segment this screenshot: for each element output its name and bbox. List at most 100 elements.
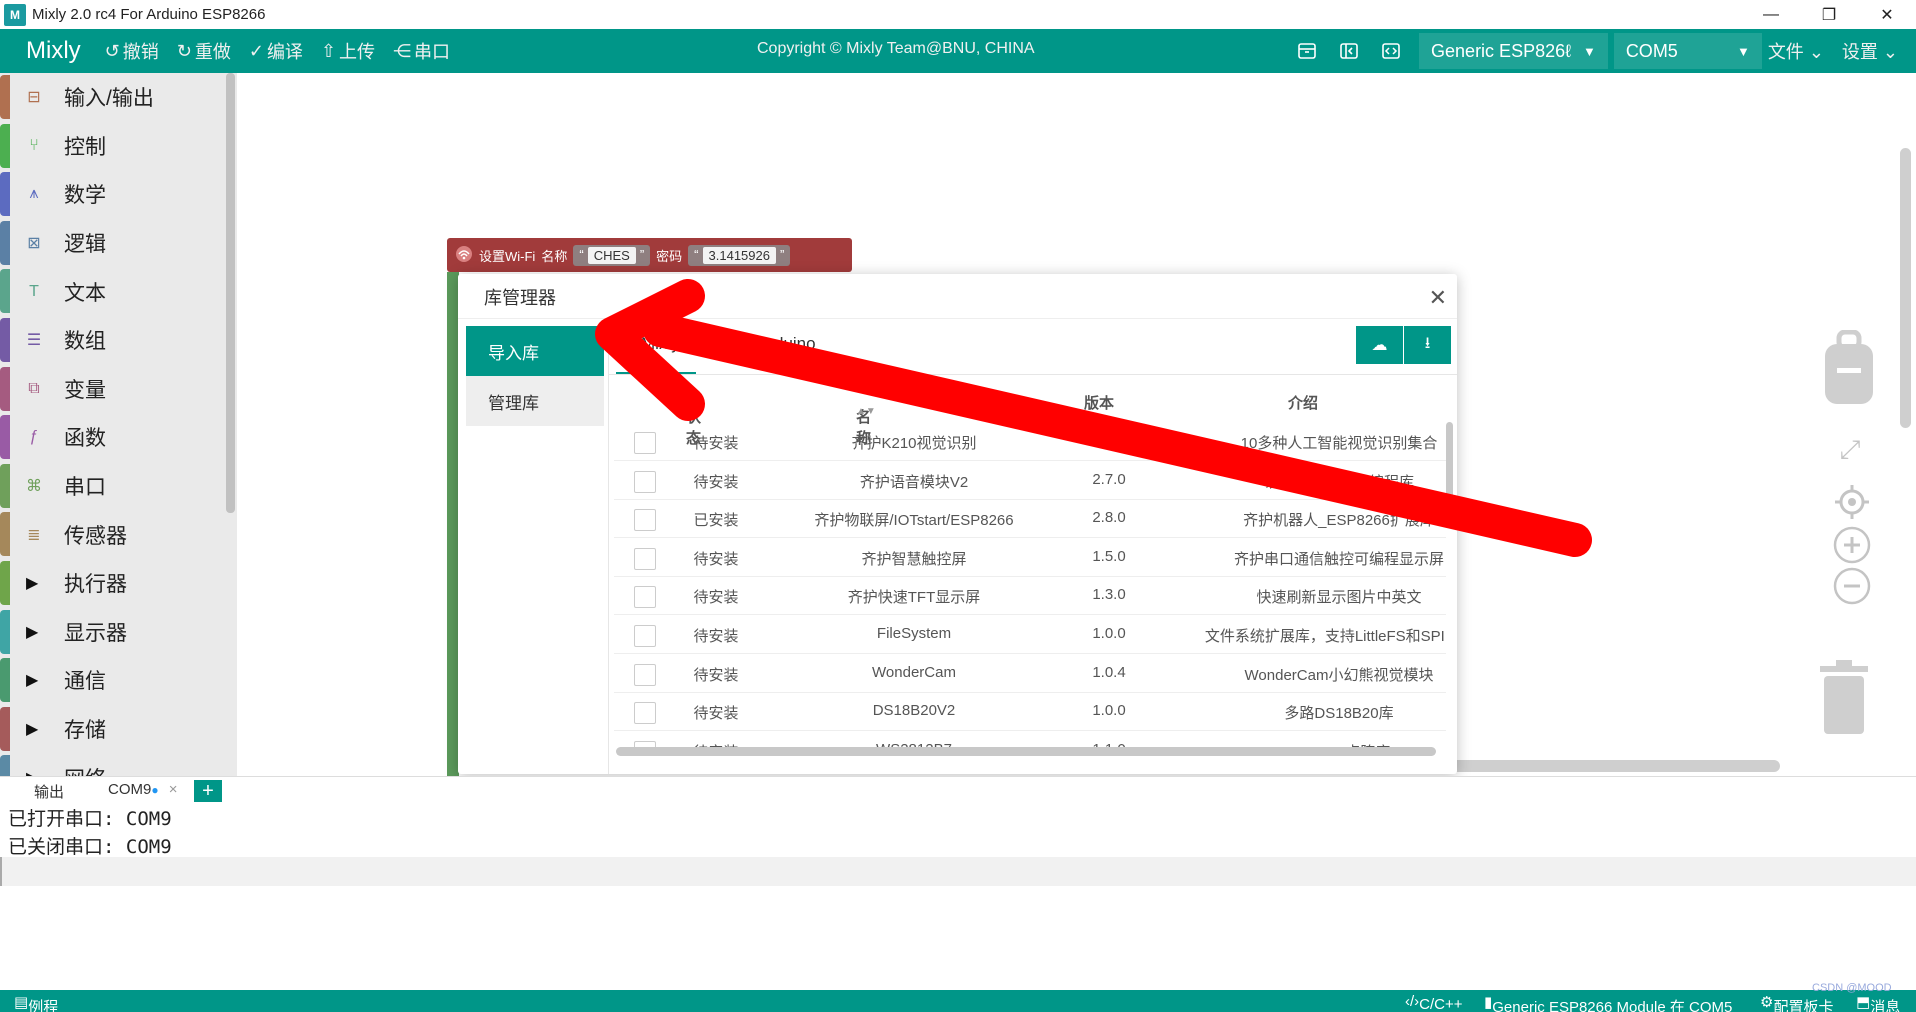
- category-item[interactable]: ≣ 传感器: [0, 510, 237, 559]
- table-row[interactable]: 待安装 FileSystem 1.0.0 文件系统扩展库，支持LittleFS和SPI…: [614, 615, 1446, 654]
- category-item[interactable]: ▶ 执行器: [0, 559, 237, 608]
- sort-icon[interactable]: ▲▼: [686, 406, 706, 417]
- category-icon: T: [29, 282, 39, 300]
- category-label: 显示器: [64, 621, 127, 645]
- tab-source-arduino[interactable]: Arduino: [757, 334, 816, 354]
- examples-button[interactable]: ▤ 例程: [14, 993, 58, 1012]
- recenter-icon[interactable]: [1833, 483, 1871, 521]
- language-indicator[interactable]: ‹/› C/C++: [1405, 993, 1463, 1012]
- wifi-pwd-string[interactable]: “ 3.1415926 ”: [688, 244, 791, 266]
- sort-icon[interactable]: ▲▼: [856, 406, 876, 417]
- tab-source-mixly[interactable]: Mixly: [641, 334, 680, 354]
- undo-button[interactable]: ↺ 撤销: [105, 38, 159, 64]
- row-checkbox[interactable]: [634, 625, 656, 647]
- board-select[interactable]: Generic ESP826ℓ ▼: [1419, 33, 1608, 69]
- category-item[interactable]: T 文本: [0, 267, 237, 316]
- close-window-button[interactable]: ✕: [1858, 0, 1916, 29]
- expand-triangle-icon: ▶: [26, 721, 39, 739]
- category-item[interactable]: ⊟ 输入/输出: [0, 73, 237, 122]
- archive-icon[interactable]: [1293, 37, 1321, 65]
- category-item[interactable]: ƒ 函数: [0, 413, 237, 462]
- row-checkbox[interactable]: [634, 432, 656, 454]
- category-item[interactable]: ⌘ 串口: [0, 462, 237, 511]
- table-horizontal-scrollbar[interactable]: [616, 747, 1436, 756]
- fullscreen-icon[interactable]: ⤢: [1833, 433, 1867, 467]
- category-item[interactable]: ▶ 网络: [0, 753, 237, 776]
- cloud-import-button[interactable]: ☁: [1356, 326, 1403, 364]
- row-checkbox[interactable]: [634, 586, 656, 609]
- category-color-stripe: [0, 706, 10, 751]
- table-row[interactable]: 待安装 齐护语音模块V2 2.7.0 语音模块图形化编程库: [614, 461, 1446, 500]
- category-item[interactable]: ▶ 显示器: [0, 608, 237, 657]
- wifi-name-value[interactable]: CHES: [587, 246, 636, 264]
- zoom-out-icon[interactable]: [1833, 567, 1871, 605]
- table-row[interactable]: 已安装 齐护物联屏/IOTstart/ESP8266 2.8.0 齐护机器人_ESP8…: [614, 499, 1446, 539]
- board-indicator[interactable]: ▮ Generic ESP8266 Module 在 COM5: [1484, 993, 1732, 1012]
- tab-import-library[interactable]: 导入库: [466, 326, 604, 376]
- row-checkbox[interactable]: [634, 547, 656, 570]
- zoom-in-icon[interactable]: [1833, 526, 1871, 564]
- backpack-icon[interactable]: [1822, 328, 1876, 408]
- trash-icon[interactable]: [1815, 658, 1873, 738]
- table-row[interactable]: 待安装 齐护快速TFT显示屏 1.3.0 快速刷新显示图片中英文: [614, 576, 1446, 616]
- category-item[interactable]: ▶ 通信: [0, 656, 237, 705]
- category-color-stripe: [0, 463, 10, 508]
- redo-button[interactable]: ↻ 重做: [177, 38, 231, 64]
- row-checkbox[interactable]: [634, 663, 656, 686]
- code-view-icon[interactable]: [1377, 37, 1405, 65]
- wifi-setup-block[interactable]: 设置Wi-Fi 名称 “ CHES ” 密码 “ 3.1415926 ”: [447, 238, 852, 272]
- menu-settings[interactable]: 设置 ⌄: [1842, 38, 1898, 64]
- tab-manage-library[interactable]: 管理库: [466, 376, 604, 426]
- workspace-horizontal-scrollbar[interactable]: [1450, 760, 1780, 772]
- wifi-name-string[interactable]: “ CHES ”: [573, 244, 651, 266]
- row-status: 待安装: [693, 473, 739, 491]
- category-label: 数学: [64, 184, 106, 208]
- row-status: 待安装: [693, 589, 739, 607]
- maximize-button[interactable]: ❐: [1800, 0, 1858, 29]
- category-item[interactable]: ⩚ 数学: [0, 170, 237, 219]
- sidebar-toggle-icon[interactable]: [1335, 37, 1363, 65]
- category-icon: ⌘: [26, 478, 42, 496]
- row-checkbox[interactable]: [634, 470, 656, 493]
- category-item[interactable]: ☰ 数组: [0, 316, 237, 365]
- tab-com9[interactable]: COM9● ×: [108, 781, 178, 798]
- minimize-button[interactable]: —: [1742, 0, 1800, 29]
- dialog-close-icon[interactable]: ✕: [1429, 285, 1447, 311]
- row-checkbox[interactable]: [634, 509, 656, 532]
- category-item[interactable]: ⑂ 控制: [0, 122, 237, 171]
- config-board-button[interactable]: ⚙ 配置板卡: [1760, 993, 1833, 1012]
- table-row[interactable]: 待安装 齐护智慧触控屏 1.5.0 齐护串口通信触控可编程显示屏: [614, 538, 1446, 577]
- download-button[interactable]: ⭳: [1404, 326, 1451, 364]
- workspace-vertical-scrollbar[interactable]: [1900, 148, 1911, 428]
- serial-button[interactable]: ⋲ 串口: [393, 38, 450, 64]
- wifi-pwd-value[interactable]: 3.1415926: [702, 246, 776, 264]
- table-header: 状态 ▲▼ 名称 ▲▼ 版本 介绍: [614, 378, 1446, 447]
- tab-close-icon[interactable]: ×: [169, 781, 178, 798]
- main-toolbar: Mixly ↺ 撤销 ↻ 重做 ✓ 编译 ⇧ 上传 ⋲ 串口 Copyright…: [0, 29, 1916, 73]
- upload-button[interactable]: ⇧ 上传: [321, 38, 375, 64]
- redo-icon: ↻: [176, 40, 192, 61]
- row-checkbox[interactable]: [634, 702, 656, 725]
- window-controls: — ❐ ✕: [1742, 0, 1916, 29]
- port-select[interactable]: COM5 ▼: [1613, 33, 1762, 69]
- sidebar-scrollbar[interactable]: [226, 73, 235, 513]
- table-row[interactable]: 待安装 齐护K210视觉识别 10多种人工智能视觉识别集合: [614, 422, 1446, 461]
- category-icon: ⊠: [27, 235, 41, 253]
- table-row[interactable]: 待安装 DS18B20V2 1.0.0 多路DS18B20库: [614, 692, 1446, 732]
- category-item[interactable]: ⧉ 变量: [0, 365, 237, 414]
- table-row[interactable]: 待安装WS2812B71.1.0WS2812点阵库: [614, 731, 1446, 748]
- row-version: 1.0.4: [1092, 663, 1126, 681]
- row-name: 齐护物联屏/IOTstart/ESP8266: [814, 512, 1014, 530]
- compile-button[interactable]: ✓ 编译: [249, 38, 303, 64]
- category-color-stripe: [0, 658, 10, 703]
- add-tab-button[interactable]: +: [194, 780, 222, 802]
- serial-input[interactable]: [0, 857, 1916, 886]
- table-vertical-scrollbar[interactable]: [1446, 422, 1453, 504]
- category-item[interactable]: ⊠ 逻辑: [0, 219, 237, 268]
- category-item[interactable]: ▶ 存储: [0, 705, 237, 754]
- table-row[interactable]: 待安装 WonderCam 1.0.4 WonderCam小幻熊视觉模块: [614, 654, 1446, 693]
- row-version: 1.3.0: [1092, 586, 1126, 604]
- menu-file[interactable]: 文件 ⌄: [1768, 38, 1824, 64]
- tab-output[interactable]: 输出: [34, 781, 64, 802]
- messages-button[interactable]: ⬒ 消息: [1856, 993, 1900, 1012]
